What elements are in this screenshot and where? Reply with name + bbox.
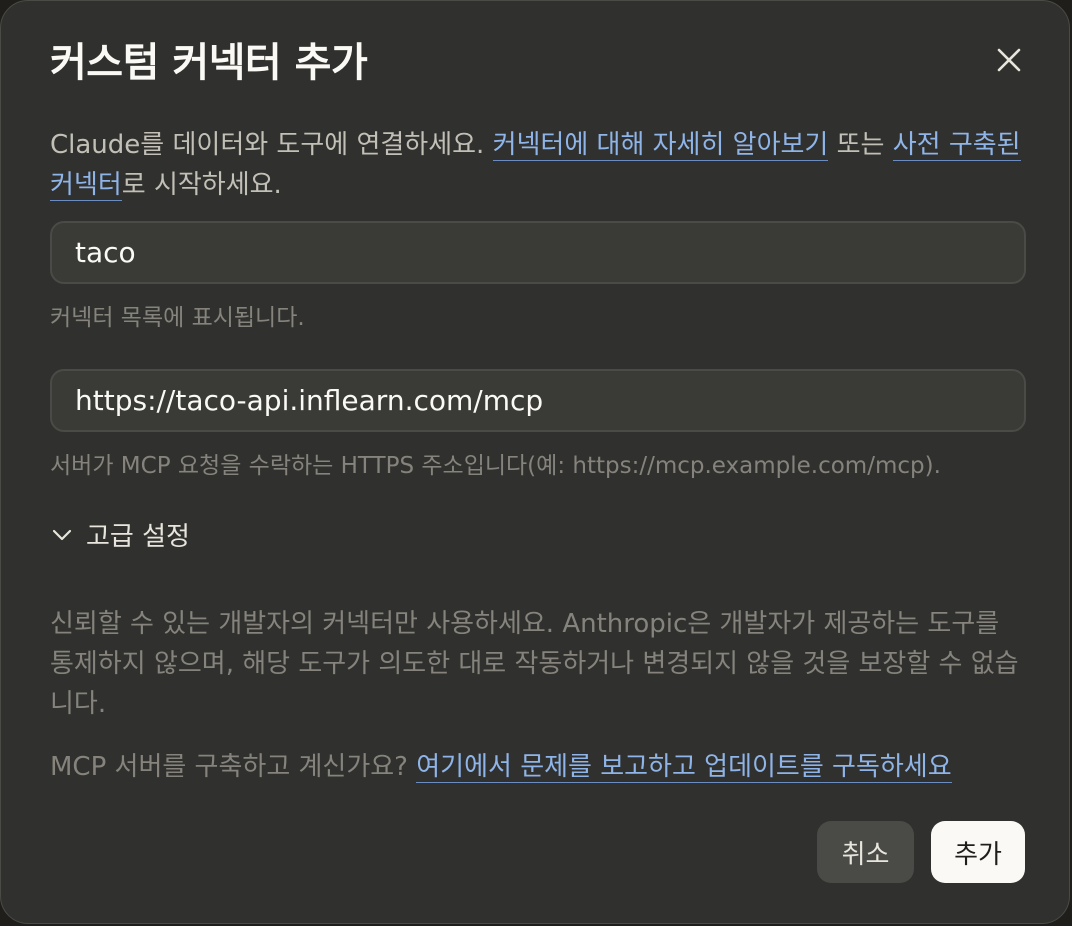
mcp-help-text: MCP 서버를 구축하고 계신가요? 여기에서 문제를 보고하고 업데이트를 구…: [50, 747, 952, 787]
intro-text-part-2: 또는: [828, 130, 893, 160]
server-url-hint: 서버가 MCP 요청을 수락하는 HTTPS 주소입니다(예: https://…: [50, 453, 941, 479]
mcp-help-prefix: MCP 서버를 구축하고 계신가요?: [50, 752, 417, 782]
intro-text: Claude를 데이터와 도구에 연결하세요. 커넥터에 대해 자세히 알아보기…: [50, 125, 1025, 205]
report-issues-link[interactable]: 여기에서 문제를 보고하고 업데이트를 구독하세요: [416, 752, 952, 783]
trust-warning: 신뢰할 수 있는 개발자의 커넥터만 사용하세요. Anthropic은 개발자…: [50, 609, 1019, 719]
advanced-settings-label: 고급 설정: [86, 522, 190, 552]
intro-text-part-1: Claude를 데이터와 도구에 연결하세요.: [50, 130, 493, 160]
add-custom-connector-dialog: 커스텀 커넥터 추가 Claude를 데이터와 도구에 연결하세요. 커넥터에 …: [0, 0, 1070, 924]
dialog-title: 커스텀 커넥터 추가: [50, 40, 368, 86]
close-button[interactable]: [986, 37, 1032, 83]
connector-name-hint: 커넥터 목록에 표시됩니다.: [50, 305, 305, 331]
close-icon: [997, 48, 1021, 72]
learn-more-link[interactable]: 커넥터에 대해 자세히 알아보기: [492, 130, 829, 161]
intro-text-part-3: 로 시작하세요.: [121, 170, 282, 200]
add-button[interactable]: 추가: [931, 821, 1025, 883]
chevron-down-icon: [52, 529, 72, 540]
advanced-settings-toggle[interactable]: 고급 설정: [50, 516, 190, 553]
cancel-button[interactable]: 취소: [817, 821, 914, 883]
server-url-input[interactable]: [50, 369, 1026, 432]
connector-name-input[interactable]: [50, 221, 1026, 284]
